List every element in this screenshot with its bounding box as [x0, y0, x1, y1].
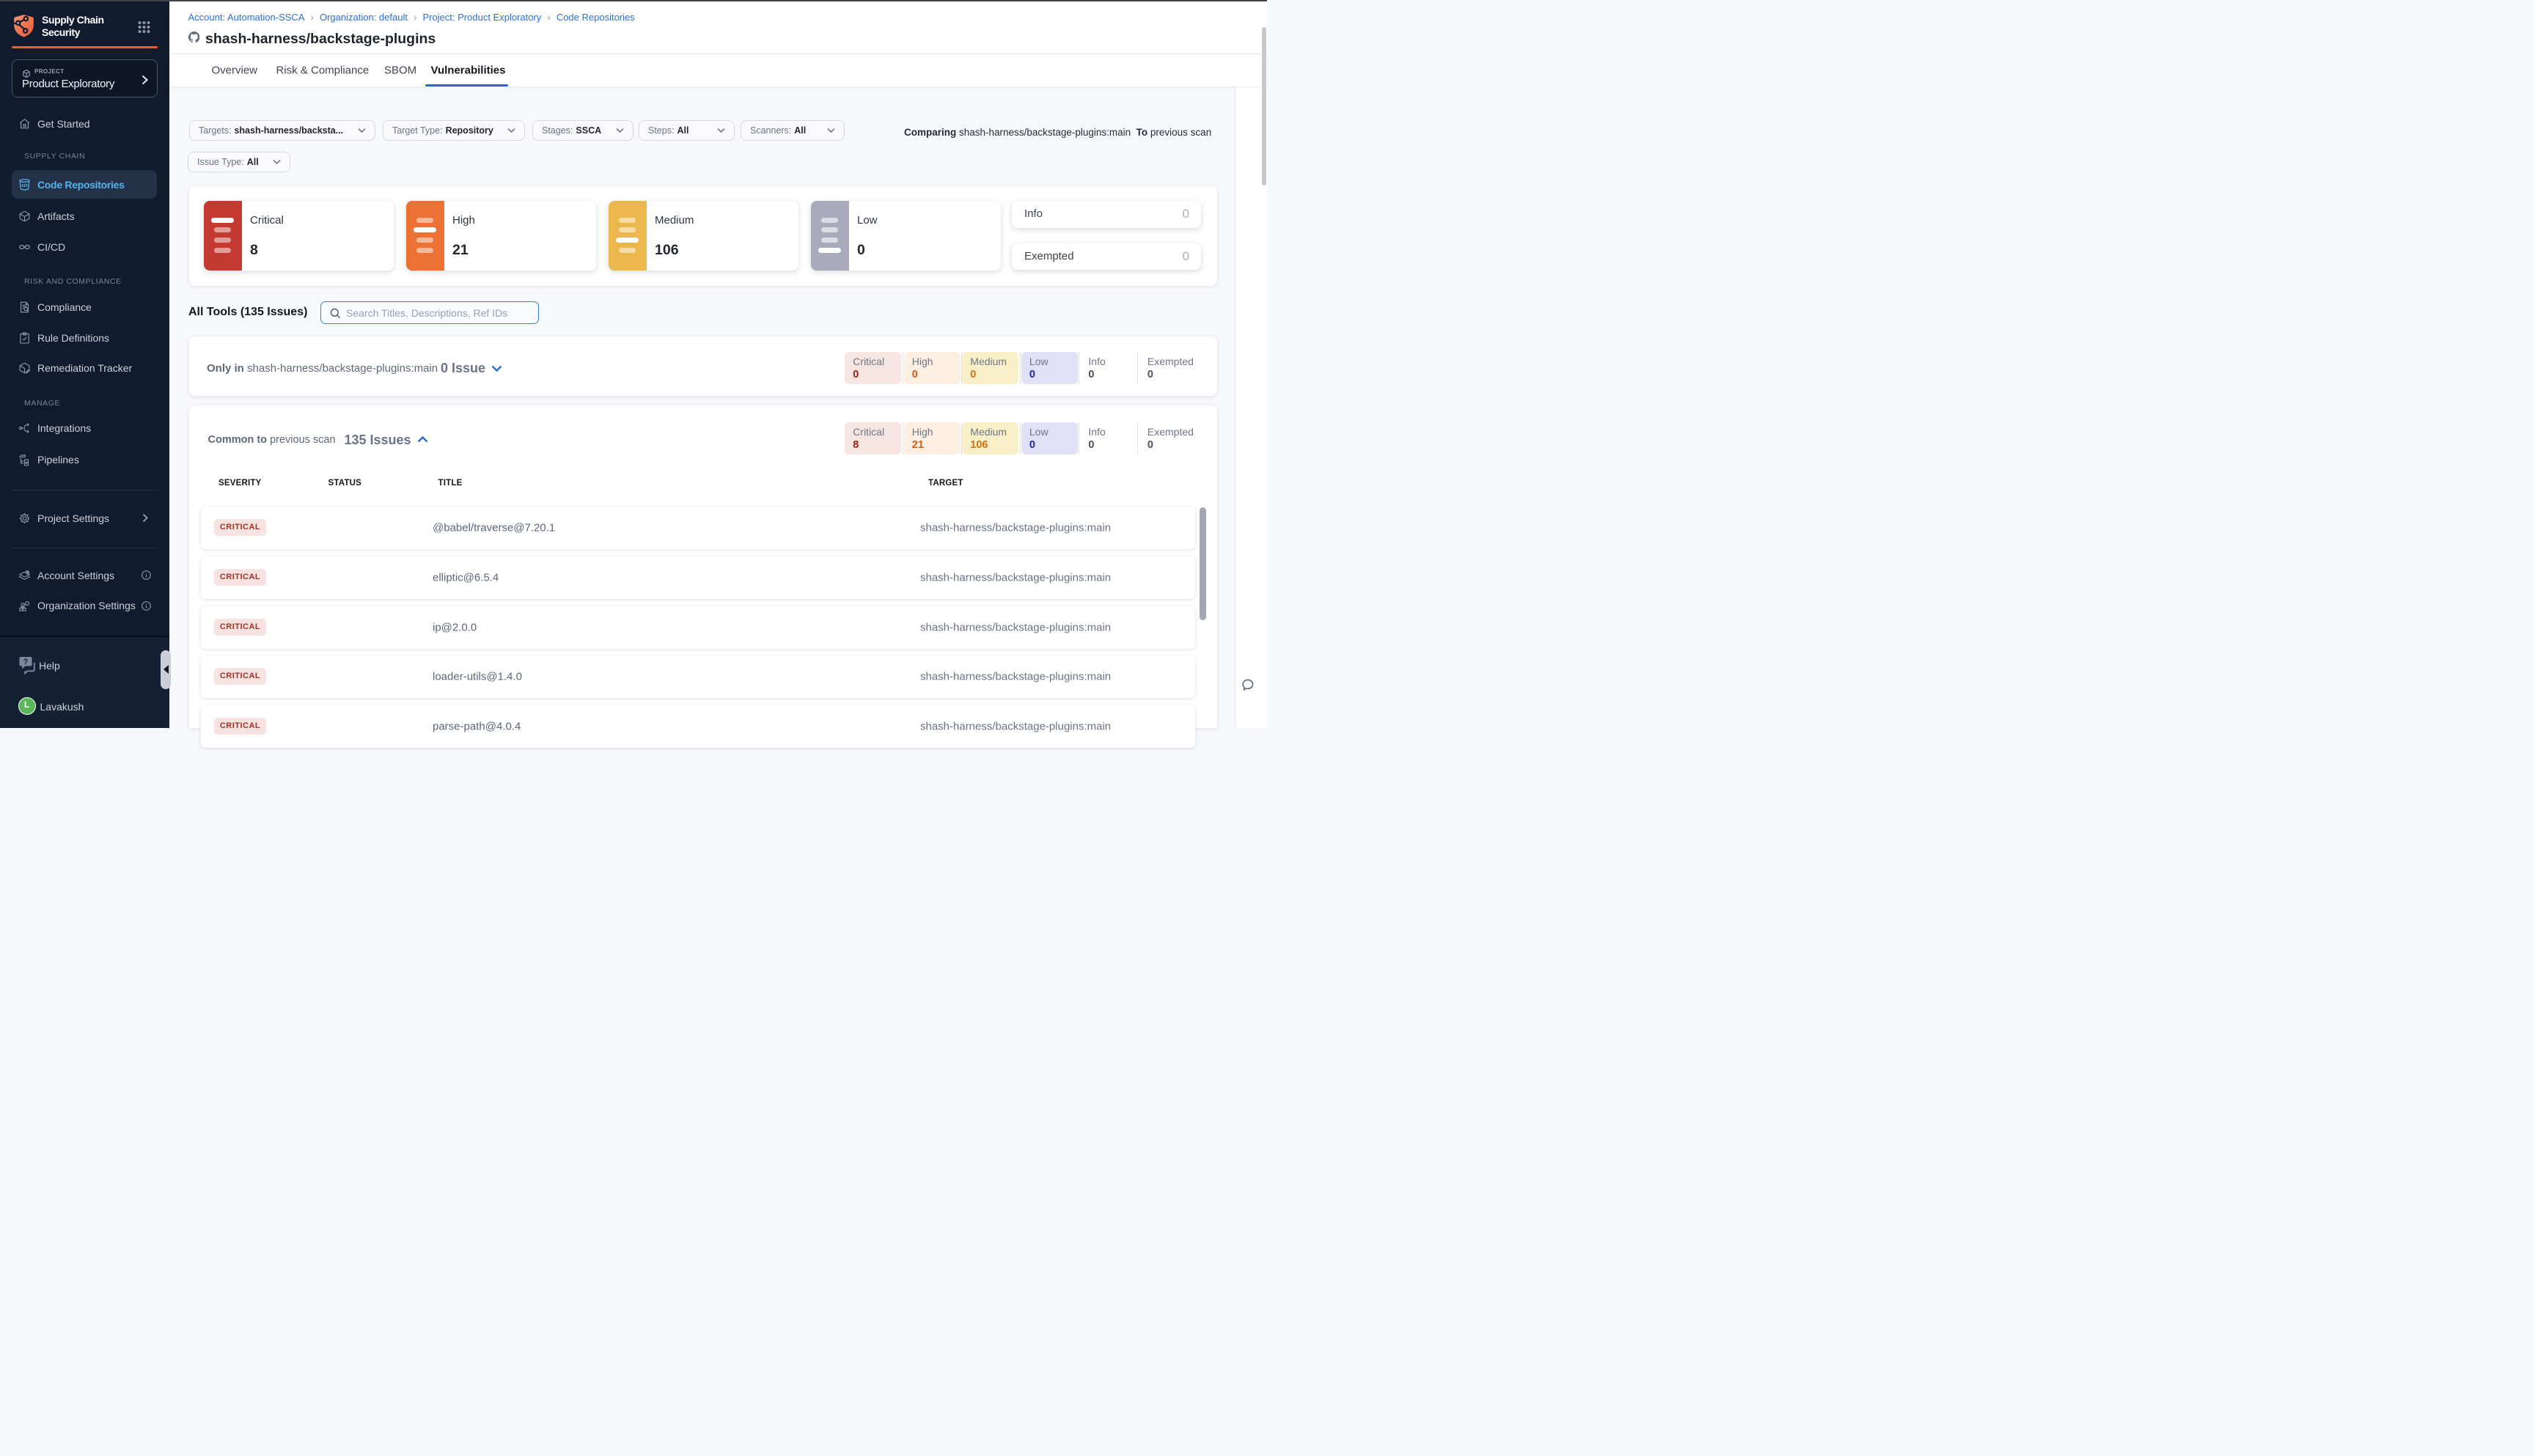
svg-text:?: ? — [23, 658, 29, 666]
